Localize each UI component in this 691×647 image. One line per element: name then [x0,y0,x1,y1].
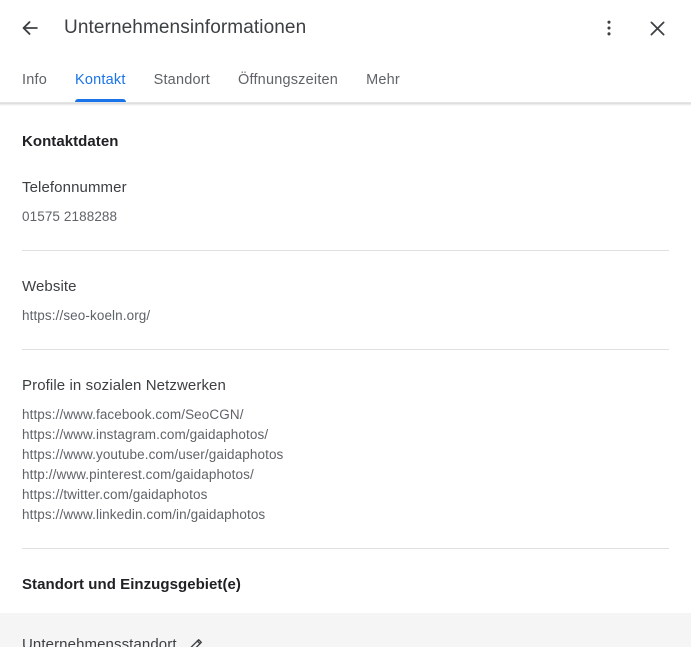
social-profile-list: https://www.facebook.com/SeoCGN/ https:/… [22,405,669,525]
tab-label: Kontakt [75,72,126,88]
tab-info[interactable]: Info [8,72,61,102]
header-actions [589,8,677,48]
field-website: Website https://seo-koeln.org/ [22,251,669,326]
back-button[interactable] [10,8,50,48]
content-scroll-area[interactable]: Kontaktdaten Telefonnummer 01575 2188288… [0,106,691,647]
field-label: Profile in sozialen Netzwerken [22,377,226,394]
page-title: Unternehmensinformationen [64,17,307,38]
list-item: https://www.instagram.com/gaidaphotos/ [22,427,269,442]
business-information-panel: Unternehmensinformationen Info Kontakt S… [0,0,691,647]
tab-standort[interactable]: Standort [140,72,224,102]
panel-header: Unternehmensinformationen [0,0,691,56]
more-vert-icon [599,18,619,38]
field-label: Unternehmensstandort [22,636,177,647]
field-value: 01575 2188288 [22,209,118,224]
list-item: http://www.pinterest.com/gaidaphotos/ [22,467,254,482]
field-value: https://seo-koeln.org/ [22,308,151,323]
tab-list: Info Kontakt Standort Öffnungszeiten Meh… [0,56,691,102]
more-options-button[interactable] [589,8,629,48]
contact-section-title: Kontaktdaten [22,133,119,150]
field-social-profiles: Profile in sozialen Netzwerken https://w… [22,350,669,525]
tab-oeffnungszeiten[interactable]: Öffnungszeiten [224,72,352,102]
field-label: Website [22,278,77,295]
tab-label: Mehr [366,72,400,88]
tab-kontakt[interactable]: Kontakt [61,72,140,102]
divider [22,548,669,549]
tab-bar: Info Kontakt Standort Öffnungszeiten Meh… [0,56,691,106]
tab-label: Öffnungszeiten [238,72,339,88]
list-item: https://www.youtube.com/user/gaidaphotos [22,447,284,462]
business-location-card[interactable]: Unternehmensstandort Maternusplatz 8, 50… [0,613,691,647]
list-item: https://www.linkedin.com/in/gaidaphotos [22,507,266,522]
contact-section: Kontaktdaten Telefonnummer 01575 2188288… [0,132,691,595]
location-section-title: Standort und Einzugsgebiet(e) [22,576,241,593]
business-location-header: Unternehmensstandort [22,635,669,647]
tab-mehr[interactable]: Mehr [352,72,414,102]
list-item: https://www.facebook.com/SeoCGN/ [22,407,244,422]
field-label: Telefonnummer [22,179,127,196]
tab-label: Standort [153,72,210,88]
field-phone: Telefonnummer 01575 2188288 [22,152,669,227]
close-button[interactable] [637,8,677,48]
arrow-back-icon [19,17,41,39]
pencil-edit-icon[interactable] [187,636,205,647]
list-item: https://twitter.com/gaidaphotos [22,487,208,502]
tab-label: Info [22,72,47,88]
tab-active-indicator [75,99,126,102]
close-icon [647,18,668,39]
